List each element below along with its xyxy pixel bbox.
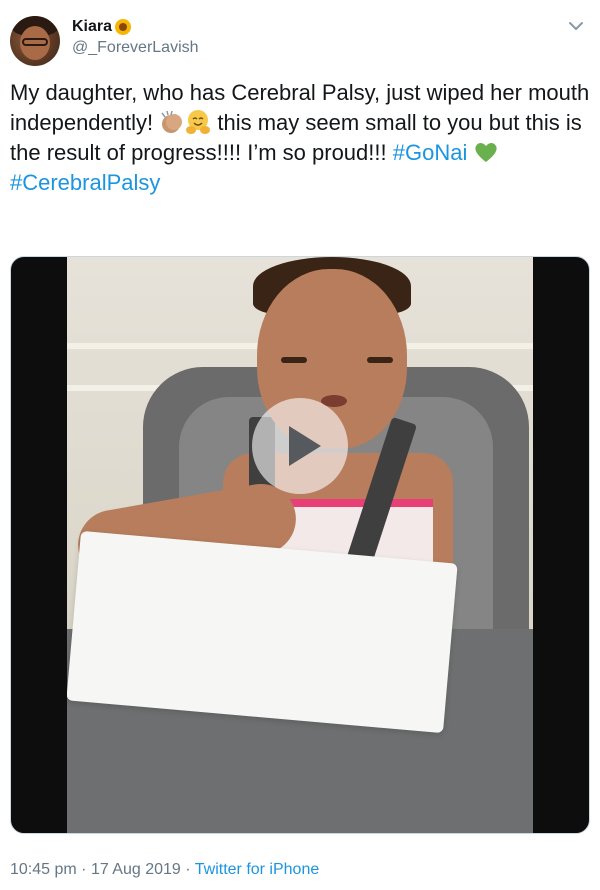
clapping-hands-emoji (159, 109, 185, 135)
green-heart-emoji (473, 139, 499, 165)
user-handle[interactable]: @_ForeverLavish (72, 39, 199, 57)
tweet-header: Kiara @_ForeverLavish (10, 12, 590, 70)
sunflower-emoji (114, 18, 132, 36)
tweet-date[interactable]: 17 Aug 2019 (91, 861, 181, 878)
video-player[interactable] (10, 256, 590, 834)
hashtag-cerebralpalsy[interactable]: #CerebralPalsy (10, 170, 160, 195)
napkin (67, 530, 458, 734)
tweet-time[interactable]: 10:45 pm (10, 861, 77, 878)
hashtag-gonai[interactable]: #GoNai (393, 140, 468, 165)
tweet-source-link[interactable]: Twitter for iPhone (195, 861, 320, 878)
display-name[interactable]: Kiara (72, 18, 199, 36)
tweet-meta: 10:45 pm · 17 Aug 2019 · Twitter for iPh… (10, 861, 320, 878)
tweet-text: My daughter, who has Cerebral Palsy, jus… (10, 80, 590, 195)
play-icon[interactable] (252, 398, 348, 494)
chevron-down-icon[interactable] (566, 16, 586, 36)
avatar[interactable] (10, 16, 60, 66)
author-block[interactable]: Kiara @_ForeverLavish (72, 18, 199, 57)
tweet-card: Kiara @_ForeverLavish My daughter, who h… (0, 0, 600, 890)
hugging-face-emoji (185, 109, 211, 135)
video-frame[interactable] (67, 257, 533, 833)
